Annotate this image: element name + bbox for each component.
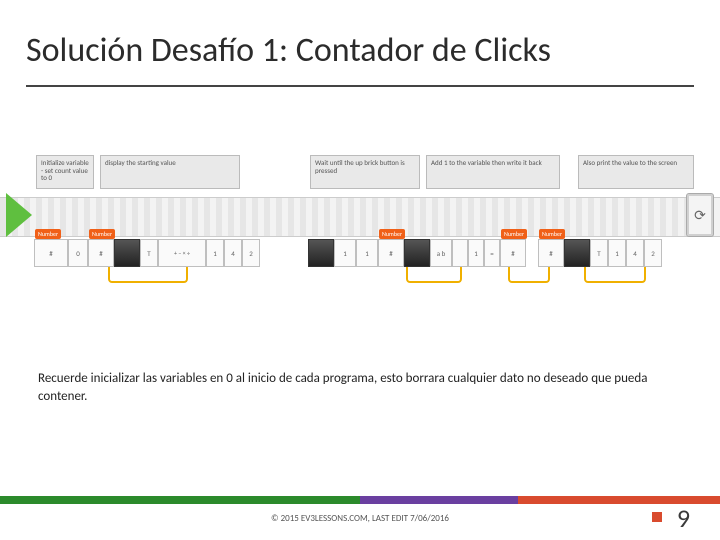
var-read-block-2: Number # bbox=[378, 239, 404, 267]
zero-port: 0 bbox=[68, 239, 88, 267]
page-number: 9 bbox=[677, 502, 690, 534]
comment-wait-text: Wait until the up brick button is presse… bbox=[315, 158, 405, 175]
hash-icon: # bbox=[99, 249, 103, 258]
port-two-b: 2 bbox=[644, 239, 662, 267]
wait-port-b: 1 bbox=[356, 239, 378, 267]
data-wire bbox=[108, 267, 188, 283]
eq-icon: = bbox=[484, 239, 500, 267]
comment-display-start: display the starting value bbox=[100, 155, 240, 189]
ab-label: a b bbox=[430, 239, 452, 267]
block-row: Number # 0 Number # T + − × ÷ 1 4 2 1 1 … bbox=[0, 239, 720, 267]
hash-icon: # bbox=[49, 249, 53, 258]
number-chip: Number bbox=[539, 229, 565, 239]
page-title: Solución Desafío 1: Contador de Clicks bbox=[26, 30, 694, 71]
reminder-note: Recuerde inicializar las variables en 0 … bbox=[38, 370, 680, 405]
text-mode-icon-2: T bbox=[590, 239, 608, 267]
number-chip: Number bbox=[35, 229, 61, 239]
number-chip: Number bbox=[501, 229, 527, 239]
display-block-brick bbox=[114, 239, 140, 267]
hash-icon: # bbox=[511, 249, 515, 258]
port-two: 2 bbox=[242, 239, 260, 267]
data-wire bbox=[584, 267, 646, 283]
comment-wait: 01 Wait until the up brick button is pre… bbox=[310, 155, 420, 189]
footer-color-bar bbox=[0, 496, 720, 504]
start-block-icon bbox=[6, 193, 32, 237]
plus-one: 1 bbox=[468, 239, 484, 267]
var-read-block: Number # bbox=[88, 239, 114, 267]
copyright-text: © 2015 EV3LESSONS.COM, LAST EDIT 7/06/20… bbox=[0, 513, 720, 524]
var-write-block: Number # bbox=[34, 239, 68, 267]
loop-end-block: ⟳ bbox=[686, 193, 714, 237]
number-chip: Number bbox=[89, 229, 115, 239]
comment-print: Also print the value to the screen bbox=[578, 155, 694, 189]
var-read-block-3: Number # bbox=[538, 239, 564, 267]
ev3-program-diagram: Initialize variable - set count value to… bbox=[0, 141, 720, 291]
title-divider bbox=[26, 85, 694, 87]
number-chip: Number bbox=[379, 229, 405, 239]
port-four: 4 bbox=[224, 239, 242, 267]
wait-port: 1 bbox=[334, 239, 356, 267]
wait-block-brick bbox=[308, 239, 334, 267]
math-ops-display: + − × ÷ bbox=[158, 239, 206, 267]
text-mode-icon: T bbox=[140, 239, 158, 267]
comment-add: Add 1 to the variable then write it back bbox=[426, 155, 560, 189]
var-write-block-2: Number # bbox=[500, 239, 526, 267]
comment-init: Initialize variable - set count value to… bbox=[36, 155, 94, 189]
hash-icon: # bbox=[389, 249, 393, 258]
page-marker-icon bbox=[652, 512, 662, 522]
hash-icon: # bbox=[549, 249, 553, 258]
a-port bbox=[452, 239, 468, 267]
display-block-brick-2 bbox=[564, 239, 590, 267]
port-four-b: 4 bbox=[626, 239, 644, 267]
port-one: 1 bbox=[206, 239, 224, 267]
data-wire bbox=[508, 267, 550, 283]
math-block-brick bbox=[404, 239, 430, 267]
port-one-b: 1 bbox=[608, 239, 626, 267]
data-wire bbox=[406, 267, 462, 283]
